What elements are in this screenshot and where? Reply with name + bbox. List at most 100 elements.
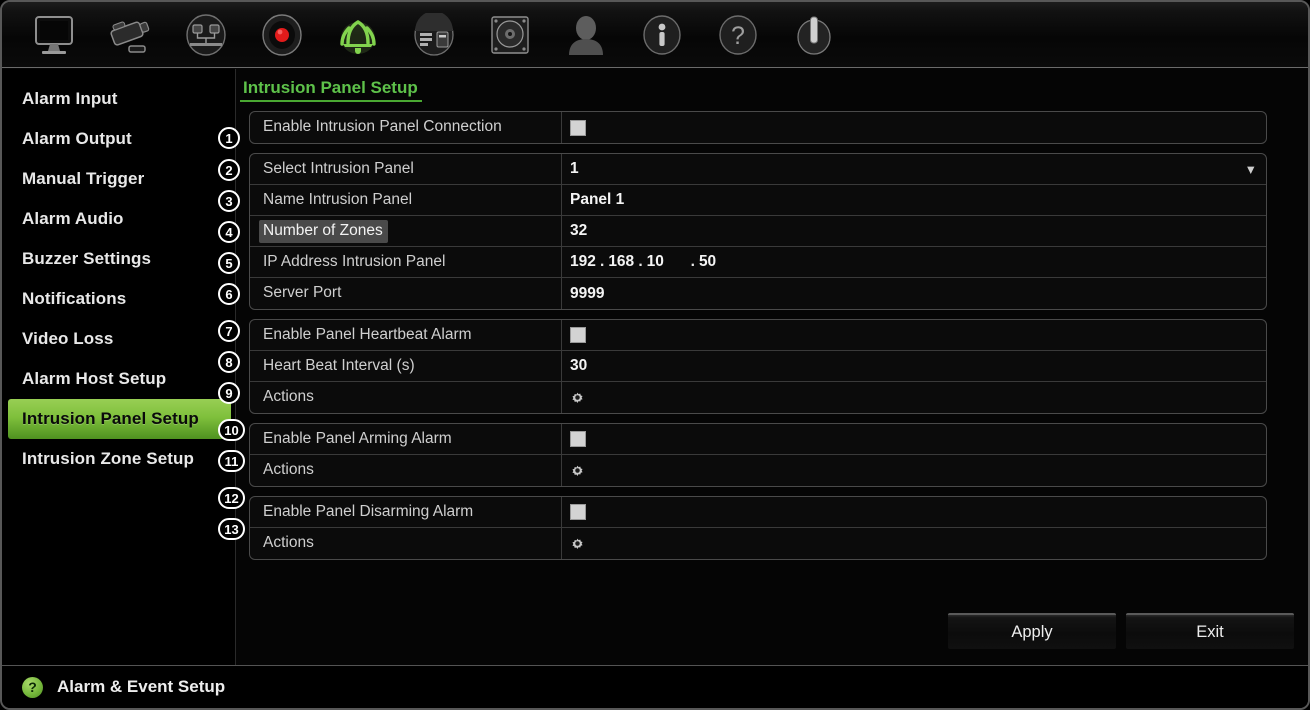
row-value	[562, 320, 1266, 350]
sidebar-item-alarm-output[interactable]: Alarm Output	[8, 119, 231, 159]
server-port-input[interactable]: 9999	[570, 285, 604, 303]
user-icon[interactable]	[548, 7, 624, 63]
ip-octet-3[interactable]: 10	[647, 253, 673, 271]
callout-badge-9: 9	[218, 382, 240, 404]
callout-badge-4: 4	[218, 221, 240, 243]
page-title: Intrusion Panel Setup	[240, 78, 422, 102]
footer-buttons: Apply Exit	[948, 613, 1294, 649]
network-icon[interactable]	[168, 7, 244, 63]
row-actions-arming: Actions	[250, 455, 1266, 486]
ip-octet-1[interactable]: 192	[570, 253, 596, 271]
checkbox-enable-panel-arming-alarm[interactable]	[570, 431, 586, 447]
row-enable-panel-arming-alarm: Enable Panel Arming Alarm	[250, 424, 1266, 455]
row-value: 1 ▾	[562, 154, 1266, 184]
power-icon[interactable]	[776, 7, 852, 63]
label-text: IP Address Intrusion Panel	[263, 252, 446, 270]
ip-separator: .	[638, 253, 643, 270]
label-text: Name Intrusion Panel	[263, 190, 413, 208]
alarm-bell-icon[interactable]	[320, 7, 396, 63]
row-value	[562, 497, 1266, 527]
row-select-intrusion-panel: Select Intrusion Panel 1 ▾	[250, 154, 1266, 185]
checkbox-enable-panel-heartbeat-alarm[interactable]	[570, 327, 586, 343]
row-number-of-zones: Number of Zones 32	[250, 216, 1266, 247]
sidebar-item-buzzer-settings[interactable]: Buzzer Settings	[8, 239, 231, 279]
callout-badge-12: 12	[218, 487, 245, 509]
heart-beat-interval-input[interactable]: 30	[570, 357, 587, 375]
row-server-port: Server Port 9999	[250, 278, 1266, 309]
row-ip-address-intrusion-panel: IP Address Intrusion Panel 192 . 168 . 1…	[250, 247, 1266, 278]
sidebar-item-manual-trigger[interactable]: Manual Trigger	[8, 159, 231, 199]
sidebar-item-notifications[interactable]: Notifications	[8, 279, 231, 319]
monitor-display-icon[interactable]	[16, 7, 92, 63]
camera-icon[interactable]	[92, 7, 168, 63]
svg-text:?: ?	[731, 22, 745, 50]
settings-sidebar: Alarm Input Alarm Output Manual Trigger …	[2, 69, 236, 665]
row-label: IP Address Intrusion Panel	[250, 247, 562, 277]
ip-separator: .	[600, 253, 605, 270]
callout-badge-7: 7	[218, 320, 240, 342]
hard-drive-icon[interactable]	[472, 7, 548, 63]
callout-badge-5: 5	[218, 252, 240, 274]
name-intrusion-panel-input[interactable]: Panel 1	[570, 191, 624, 209]
row-heart-beat-interval: Heart Beat Interval (s) 30	[250, 351, 1266, 382]
label-text: Heart Beat Interval (s)	[263, 356, 415, 374]
row-label: Heart Beat Interval (s)	[250, 351, 562, 381]
row-enable-intrusion-panel-connection: Enable Intrusion Panel Connection	[250, 112, 1266, 143]
callout-badge-1: 1	[218, 127, 240, 149]
row-label: Actions	[250, 455, 562, 486]
row-label: Enable Intrusion Panel Connection	[250, 112, 562, 143]
sidebar-item-alarm-input[interactable]: Alarm Input	[8, 79, 231, 119]
info-icon[interactable]	[624, 7, 700, 63]
row-enable-panel-disarming-alarm: Enable Panel Disarming Alarm	[250, 497, 1266, 528]
row-label: Enable Panel Arming Alarm	[250, 424, 562, 454]
row-label: Server Port	[250, 278, 562, 309]
sidebar-item-video-loss[interactable]: Video Loss	[8, 319, 231, 359]
status-text: Alarm & Event Setup	[57, 677, 226, 696]
sidebar-item-intrusion-panel-setup[interactable]: Intrusion Panel Setup	[8, 399, 231, 439]
settings-group-panel-details: Select Intrusion Panel 1 ▾ Name Intrusio…	[249, 153, 1267, 310]
label-text: Select Intrusion Panel	[263, 159, 414, 177]
record-icon[interactable]	[244, 7, 320, 63]
gear-icon[interactable]	[570, 390, 585, 405]
apply-button[interactable]: Apply	[948, 613, 1116, 649]
row-enable-panel-heartbeat-alarm: Enable Panel Heartbeat Alarm	[250, 320, 1266, 351]
row-value: 192 . 168 . 10 . 50	[562, 247, 1266, 277]
ip-address-input[interactable]: 192 . 168 . 10 . 50	[570, 253, 725, 271]
ip-octet-4[interactable]: 50	[699, 253, 725, 271]
exit-button[interactable]: Exit	[1126, 613, 1294, 649]
row-actions-disarming: Actions	[250, 528, 1266, 559]
number-of-zones-input[interactable]: 32	[570, 222, 587, 240]
label-text: Server Port	[263, 284, 342, 301]
row-actions-heartbeat: Actions	[250, 382, 1266, 413]
callout-badge-13: 13	[218, 518, 245, 540]
dvr-setup-window: ? Alarm Input Alarm Output Manual Trigge…	[0, 0, 1310, 710]
label-text: Actions	[263, 534, 314, 551]
row-label: Number of Zones	[250, 216, 562, 246]
label-text: Enable Intrusion Panel Connection	[263, 118, 502, 135]
row-value	[562, 382, 1266, 413]
callout-badge-6: 6	[218, 283, 240, 305]
help-icon[interactable]: ?	[700, 7, 776, 63]
select-intrusion-panel-value[interactable]: 1	[570, 160, 579, 178]
settings-groups: Enable Intrusion Panel Connection Select…	[249, 111, 1267, 569]
checkbox-enable-intrusion-panel-connection[interactable]	[570, 119, 586, 136]
help-icon[interactable]: ?	[22, 676, 43, 698]
ip-octet-2[interactable]: 168	[608, 253, 634, 271]
device-settings-icon[interactable]	[396, 7, 472, 63]
sidebar-item-alarm-host-setup[interactable]: Alarm Host Setup	[8, 359, 231, 399]
gear-icon[interactable]	[570, 463, 585, 478]
row-label: Enable Panel Disarming Alarm	[250, 497, 562, 527]
label-text: Enable Panel Arming Alarm	[263, 429, 452, 447]
sidebar-item-alarm-audio[interactable]: Alarm Audio	[8, 199, 231, 239]
gear-icon[interactable]	[570, 536, 585, 551]
callout-badge-8: 8	[218, 351, 240, 373]
row-label: Actions	[250, 528, 562, 559]
label-text: Enable Panel Heartbeat Alarm	[263, 325, 472, 343]
label-text: Number of Zones	[259, 219, 388, 243]
checkbox-enable-panel-disarming-alarm[interactable]	[570, 504, 586, 520]
row-value: 30	[562, 351, 1266, 381]
main-toolbar: ?	[2, 2, 1308, 68]
chevron-down-icon[interactable]: ▾	[1247, 163, 1254, 176]
callout-badge-2: 2	[218, 159, 240, 181]
sidebar-item-intrusion-zone-setup[interactable]: Intrusion Zone Setup	[8, 439, 231, 479]
